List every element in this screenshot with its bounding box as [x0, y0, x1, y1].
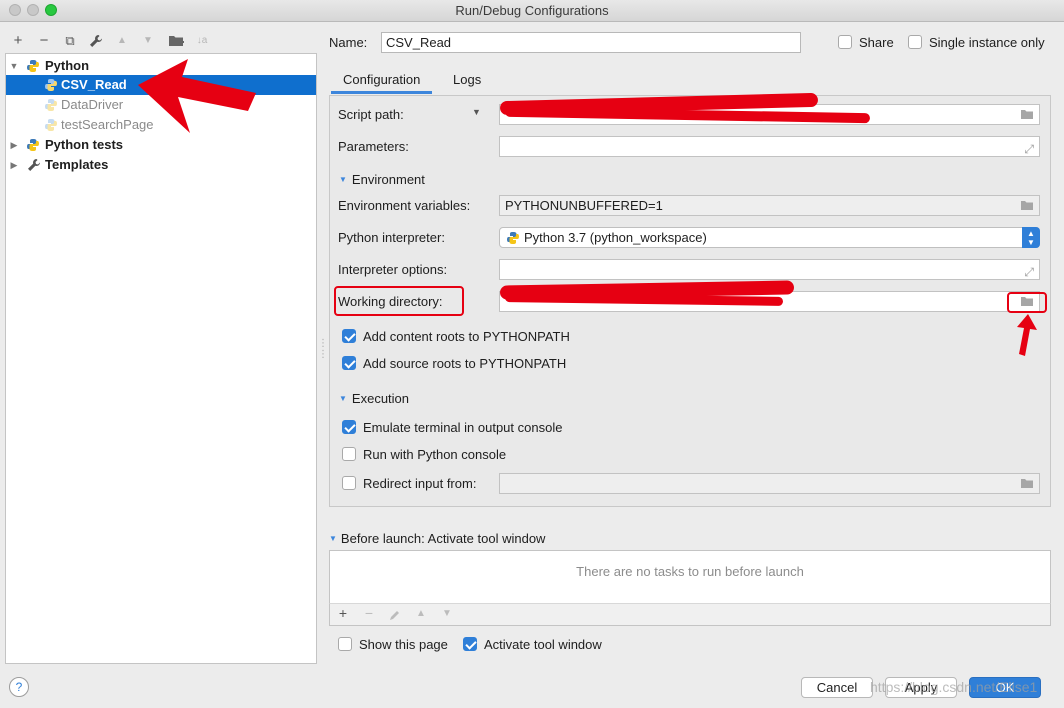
move-up-icon[interactable]: ▲	[112, 30, 132, 52]
name-input[interactable]: CSV_Read	[381, 32, 801, 53]
copy-configuration-icon[interactable]: ⧉	[60, 30, 80, 52]
activate-tool-window-label: Activate tool window	[484, 637, 602, 652]
share-checkbox[interactable]	[838, 35, 852, 49]
before-launch-header[interactable]: ▼ Before launch: Activate tool window	[329, 531, 545, 546]
name-label: Name:	[329, 35, 368, 50]
add-content-roots-checkbox[interactable]	[342, 329, 356, 343]
python-file-icon	[45, 79, 57, 91]
env-vars-label: Environment variables:	[338, 198, 471, 213]
annotation-arrow-icon	[138, 59, 256, 133]
run-with-console-label: Run with Python console	[363, 447, 507, 462]
help-button[interactable]: ?	[9, 677, 29, 697]
folder-icon[interactable]	[1020, 199, 1034, 215]
chevron-right-icon[interactable]: ▶	[9, 135, 19, 155]
redirect-input-field[interactable]	[499, 473, 1040, 494]
remove-configuration-button[interactable]: −	[34, 30, 54, 52]
add-source-roots-checkbox[interactable]	[342, 356, 356, 370]
python-file-icon	[45, 119, 57, 131]
script-path-label: Script path:	[338, 107, 404, 122]
configuration-tree: ▼ Python CSV_Read DataDriver testSearchP…	[5, 53, 317, 664]
parameters-input[interactable]: ⤢	[499, 136, 1040, 157]
before-launch-toolbar: + − ▲ ▼	[329, 603, 1051, 626]
chevron-down-icon: ▼	[339, 394, 347, 403]
annotation-highlight-box	[334, 286, 464, 316]
folder-icon[interactable]	[166, 30, 186, 52]
annotation-highlight-box	[1007, 292, 1047, 313]
splitter-handle-icon[interactable]: ⋮ ⋮	[318, 338, 328, 360]
watermark-text: https://blog.csdn.net/Elise1	[870, 679, 1038, 695]
annotation-arrow-icon	[1017, 314, 1037, 356]
expand-icon[interactable]: ⤢	[1024, 263, 1034, 279]
activate-tool-window-checkbox[interactable]	[463, 637, 477, 651]
single-instance-checkbox[interactable]	[908, 35, 922, 49]
emulate-terminal-checkbox[interactable]	[342, 420, 356, 434]
cancel-button[interactable]: Cancel	[801, 677, 873, 698]
chevron-down-icon[interactable]: ▼	[9, 56, 19, 76]
title-bar: Run/Debug Configurations	[0, 0, 1064, 22]
add-configuration-button[interactable]: +	[8, 30, 28, 52]
tab-logs[interactable]: Logs	[441, 66, 493, 94]
window-title: Run/Debug Configurations	[455, 3, 609, 18]
chevron-updown-icon[interactable]: ▲ ▼	[1022, 227, 1040, 248]
add-source-roots-label: Add source roots to PYTHONPATH	[363, 356, 567, 371]
edit-defaults-wrench-icon[interactable]	[86, 30, 106, 52]
environment-section-header[interactable]: ▼ Environment	[339, 172, 425, 187]
chevron-down-icon: ▼	[339, 175, 347, 184]
interp-options-input[interactable]: ⤢	[499, 259, 1040, 280]
move-task-down-icon[interactable]: ▼	[437, 608, 457, 619]
interpreter-select[interactable]: Python 3.7 (python_workspace) ▲ ▼	[499, 227, 1040, 248]
interp-options-label: Interpreter options:	[338, 262, 448, 277]
python-icon	[27, 60, 39, 72]
sort-icon[interactable]: ↓a	[192, 30, 212, 52]
move-down-icon[interactable]: ▼	[138, 30, 158, 52]
show-this-page-checkbox[interactable]	[338, 637, 352, 651]
interpreter-label: Python interpreter:	[338, 230, 445, 245]
move-task-up-icon[interactable]: ▲	[411, 608, 431, 619]
python-icon	[507, 232, 519, 244]
add-task-icon[interactable]: +	[333, 605, 353, 621]
chevron-down-icon: ▼	[329, 534, 337, 543]
expand-icon[interactable]: ⤢	[1024, 140, 1034, 156]
single-instance-label: Single instance only	[929, 35, 1045, 50]
redirect-input-label: Redirect input from:	[363, 476, 477, 491]
tree-item-templates[interactable]: ▶ Templates	[6, 155, 316, 175]
redirect-input-checkbox[interactable]	[342, 476, 356, 490]
before-launch-empty-text: There are no tasks to run before launch	[576, 564, 804, 579]
remove-task-icon[interactable]: −	[359, 605, 379, 621]
run-with-console-checkbox[interactable]	[342, 447, 356, 461]
wrench-icon	[28, 159, 40, 171]
execution-section-header[interactable]: ▼ Execution	[339, 391, 409, 406]
add-content-roots-label: Add content roots to PYTHONPATH	[363, 329, 570, 344]
tab-configuration[interactable]: Configuration	[331, 66, 433, 94]
tree-item-python-tests[interactable]: ▶ Python tests	[6, 135, 316, 155]
chevron-right-icon[interactable]: ▶	[9, 155, 19, 175]
folder-icon[interactable]	[1020, 477, 1034, 493]
edit-task-pencil-icon[interactable]	[385, 605, 405, 624]
python-file-icon	[45, 99, 57, 111]
share-label: Share	[859, 35, 894, 50]
script-type-dropdown-chevron-down-icon[interactable]: ▼	[472, 107, 481, 117]
parameters-label: Parameters:	[338, 139, 409, 154]
env-vars-input[interactable]: PYTHONUNBUFFERED=1	[499, 195, 1040, 216]
python-tests-icon	[27, 139, 39, 151]
configurations-toolbar: + − ⧉ ▲ ▼ ↓a	[6, 30, 316, 52]
folder-icon[interactable]	[1020, 108, 1034, 124]
emulate-terminal-label: Emulate terminal in output console	[363, 420, 563, 435]
show-this-page-label: Show this page	[359, 637, 448, 652]
